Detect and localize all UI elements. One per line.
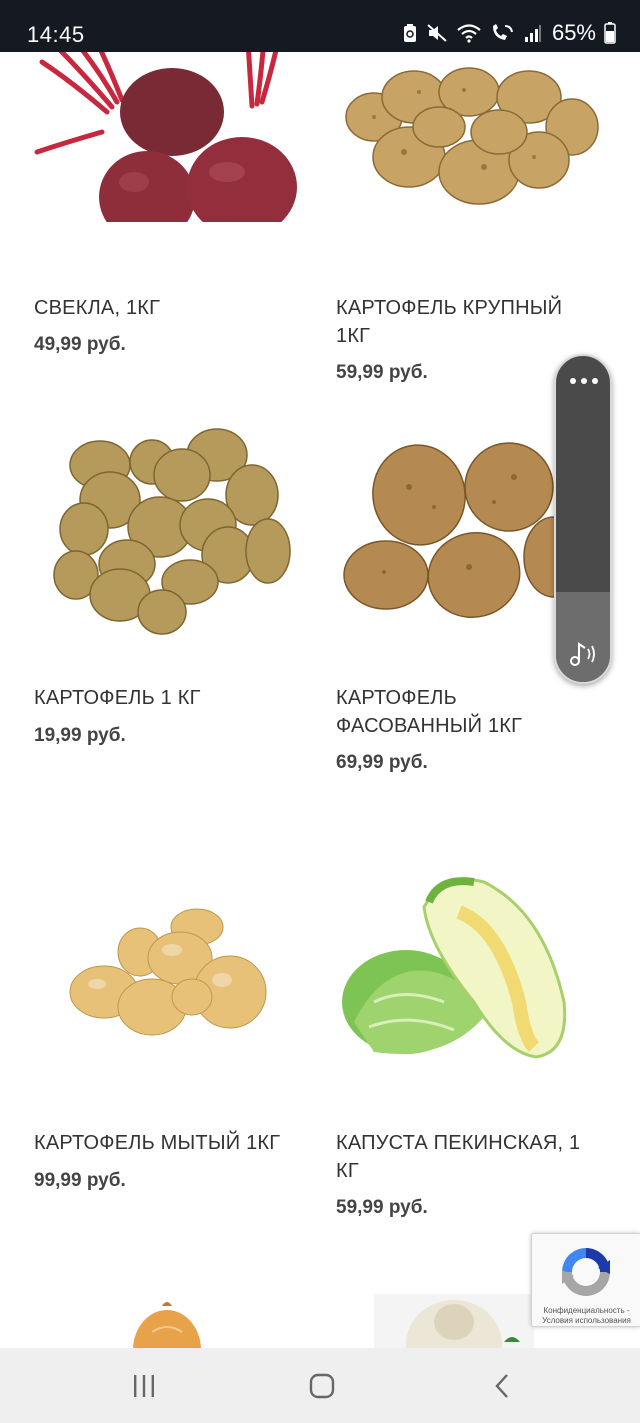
back-icon [495, 1374, 508, 1398]
product-card[interactable]: КАРТОФЕЛЬ 1 КГ 19,99 руб. [12, 407, 302, 767]
product-name[interactable]: КАПУСТА ПЕКИНСКАЯ, 1 КГ [336, 1129, 596, 1185]
product-card[interactable]: КАРТОФЕЛЬ МЫТЫЙ 1КГ 99,99 руб. [12, 852, 302, 1212]
product-card[interactable]: СВЕКЛА, 1КГ 49,99 руб. [12, 52, 302, 362]
mute-icon [427, 24, 447, 42]
battery-icon [604, 22, 616, 44]
status-time: 14:45 [27, 22, 85, 47]
recaptcha-privacy-link[interactable]: Конфиденциальность - [532, 1306, 640, 1316]
recaptcha-icon [562, 1248, 610, 1296]
home-icon [309, 1373, 335, 1399]
beet-image[interactable] [12, 52, 302, 222]
product-price: 69,99 руб. [336, 752, 428, 773]
signal-icon [524, 25, 541, 42]
wifi-icon [457, 24, 481, 43]
product-price: 49,99 руб. [34, 334, 126, 355]
navigation-bar [0, 1348, 640, 1423]
product-price: 59,99 руб. [336, 1197, 428, 1218]
product-price: 59,99 руб. [336, 362, 428, 383]
product-name[interactable]: КАРТОФЕЛЬ ФАСОВАННЫЙ 1КГ [336, 684, 596, 740]
battery-percent: 65% [551, 20, 596, 45]
more-options-icon[interactable] [570, 378, 598, 384]
product-name[interactable]: КАРТОФЕЛЬ КРУПНЫЙ 1КГ [336, 294, 596, 350]
product-name[interactable]: КАРТОФЕЛЬ МЫТЫЙ 1КГ [34, 1129, 294, 1157]
product-price: 99,99 руб. [34, 1170, 126, 1191]
napa-cabbage-image[interactable] [314, 852, 604, 1082]
recent-apps-icon [134, 1375, 154, 1397]
recaptcha-terms-link[interactable]: Условия использования [532, 1316, 640, 1326]
status-icons: 65% [402, 20, 616, 46]
back-button[interactable] [482, 1368, 522, 1404]
product-card[interactable]: КАПУСТА ПЕКИНСКАЯ, 1 КГ 59,99 руб. [314, 852, 604, 1252]
washed-potato-image[interactable] [12, 852, 302, 1082]
screen: 14:45 65% СВЕКЛА, 1КГ 49,99 руб. КАРТОФЕ… [0, 0, 640, 1423]
status-bar: 14:45 65% [0, 0, 640, 52]
onion-image[interactable] [122, 1292, 212, 1350]
music-sound-icon[interactable] [568, 640, 598, 668]
product-card[interactable]: КАРТОФЕЛЬ КРУПНЫЙ 1КГ 59,99 руб. [314, 52, 604, 392]
sound-panel-bottom [556, 592, 610, 682]
potato-pile-image[interactable] [12, 407, 302, 637]
home-button[interactable] [302, 1368, 342, 1404]
product-price: 19,99 руб. [34, 725, 126, 746]
product-name[interactable]: СВЕКЛА, 1КГ [34, 294, 294, 322]
mushroom-image[interactable] [354, 1284, 554, 1350]
large-potato-image[interactable] [314, 52, 604, 222]
recent-apps-button[interactable] [124, 1368, 164, 1404]
wifi-call-icon [492, 24, 513, 40]
recycle-icon [403, 24, 416, 42]
recaptcha-badge[interactable]: Конфиденциальность - Условия использован… [531, 1233, 640, 1327]
product-card[interactable] [12, 1292, 302, 1350]
recaptcha-links[interactable]: Конфиденциальность - Условия использован… [532, 1306, 640, 1326]
product-grid: СВЕКЛА, 1КГ 49,99 руб. КАРТОФЕЛЬ КРУПНЫЙ… [12, 52, 628, 1350]
floating-sound-panel[interactable] [554, 354, 612, 684]
product-name[interactable]: КАРТОФЕЛЬ 1 КГ [34, 684, 294, 712]
